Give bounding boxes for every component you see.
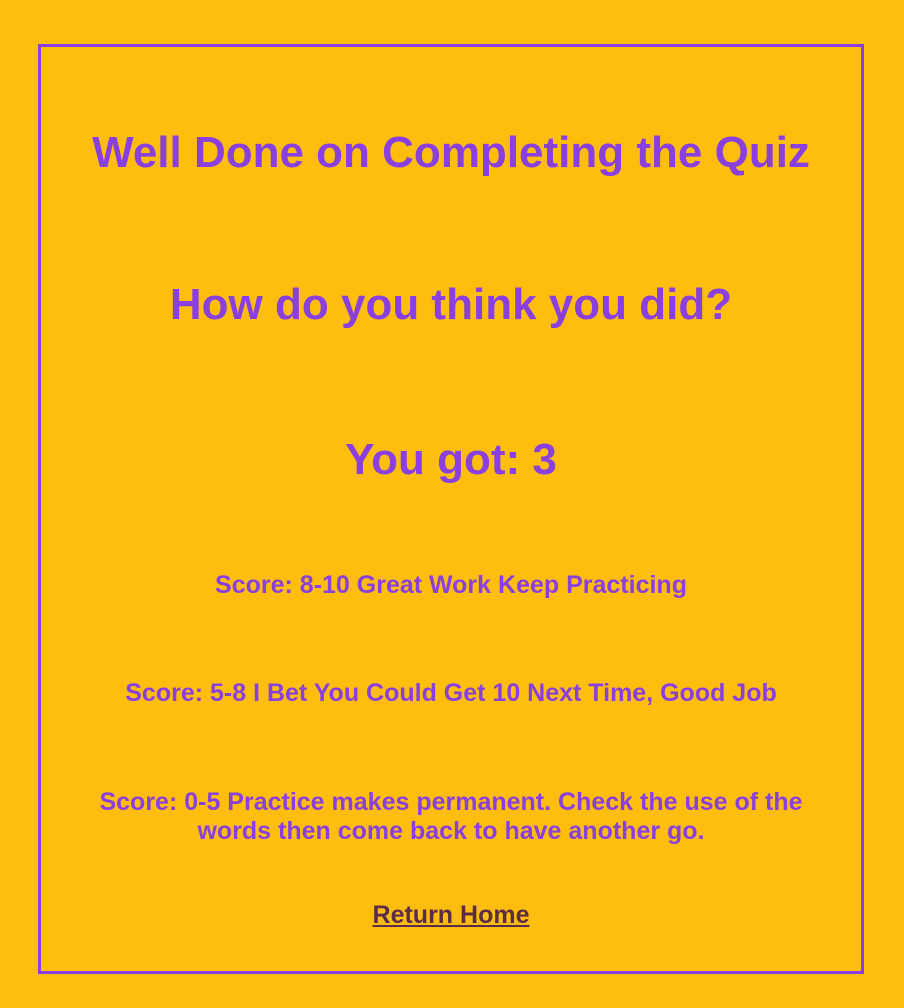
score-tier-high: Score: 8-10 Great Work Keep Practicing (215, 571, 687, 599)
page-title: Well Done on Completing the Quiz (92, 128, 810, 177)
quiz-end-panel: Well Done on Completing the Quiz How do … (38, 44, 864, 974)
reflection-question: How do you think you did? (169, 280, 733, 329)
score-tier-mid: Score: 5-8 I Bet You Could Get 10 Next T… (125, 679, 777, 707)
return-home-container: Return Home (41, 900, 861, 930)
return-home-link[interactable]: Return Home (373, 901, 530, 929)
score-tier-low: Score: 0-5 Practice makes permanent. Che… (99, 788, 803, 845)
final-score: You got: 3 (345, 435, 557, 484)
